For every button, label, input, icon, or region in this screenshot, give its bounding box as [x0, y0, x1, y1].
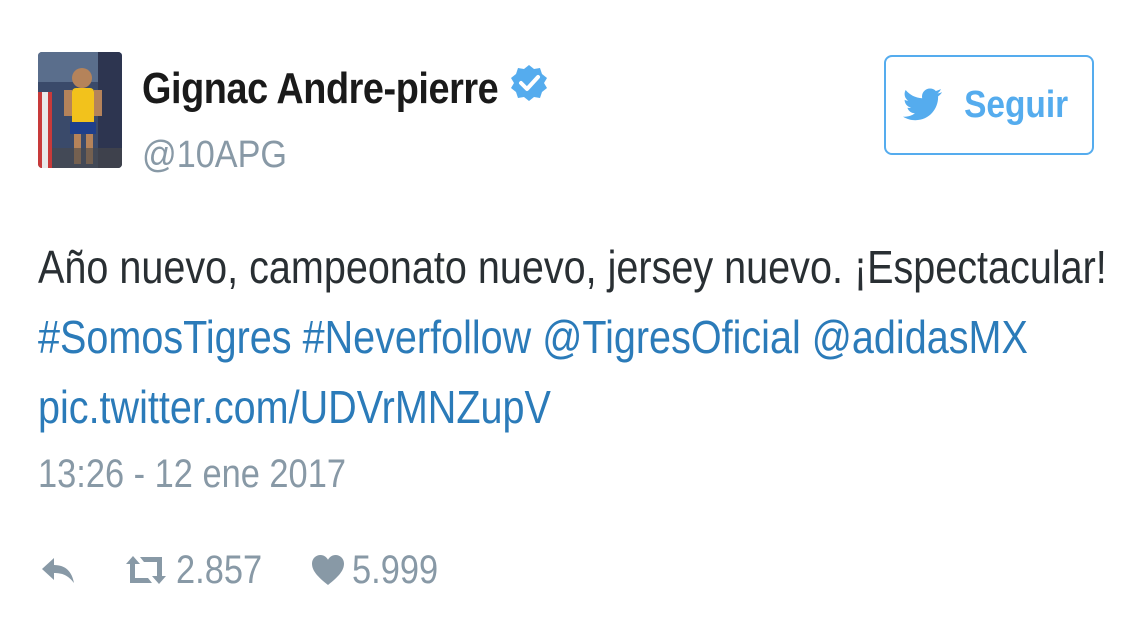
retweet-button[interactable]: 2.857	[122, 548, 276, 593]
like-button[interactable]: 5.999	[310, 548, 452, 593]
reply-button[interactable]	[38, 552, 120, 588]
mention-link[interactable]: @TigresOficial	[542, 311, 801, 363]
hashtag-link[interactable]: #Neverfollow	[303, 311, 532, 363]
user-handle[interactable]: @10APG	[142, 134, 287, 177]
tweet-actions: 2.857 5.999	[38, 544, 452, 596]
heart-icon	[312, 555, 345, 585]
pic-link[interactable]: pic.twitter.com/UDVrMNZupV	[38, 381, 551, 433]
avatar-photo	[38, 52, 122, 168]
tweet-timestamp[interactable]: 13:26 - 12 ene 2017	[38, 452, 346, 497]
follow-label: Seguir	[963, 83, 1069, 126]
reply-icon	[42, 558, 74, 583]
mention-link[interactable]: @adidasMX	[812, 311, 1028, 363]
tweet-card: Gignac Andre-pierre @10APG Seguir Año nu…	[0, 0, 1140, 641]
hashtag-link[interactable]: #SomosTigres	[38, 311, 292, 363]
twitter-bird-icon	[902, 88, 942, 121]
display-name[interactable]: Gignac Andre-pierre	[142, 64, 499, 114]
follow-button[interactable]: Seguir	[884, 55, 1094, 155]
retweet-icon	[126, 556, 166, 584]
tweet-text: Año nuevo, campeonato nuevo, jersey nuev…	[38, 232, 1107, 442]
like-count: 5.999	[352, 547, 439, 592]
tweet-media-line: pic.twitter.com/UDVrMNZupV	[38, 372, 950, 442]
retweet-count: 2.857	[176, 547, 263, 592]
verified-badge-icon	[511, 65, 547, 101]
tweet-text-line: Año nuevo, campeonato nuevo, jersey nuev…	[38, 241, 1107, 293]
tweet-tags-line: #SomosTigres #Neverfollow @TigresOficial…	[38, 302, 1028, 372]
avatar[interactable]	[38, 52, 122, 168]
